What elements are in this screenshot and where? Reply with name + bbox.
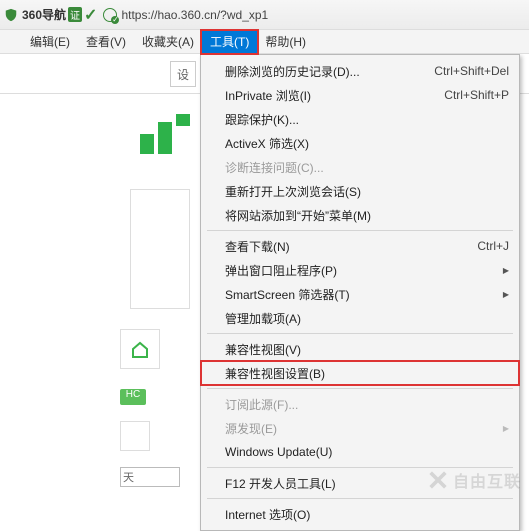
menu-help[interactable]: 帮助(H) <box>257 31 314 53</box>
menu-item-label: 兼容性视图(V) <box>225 341 509 358</box>
submenu-arrow-icon: ▶ <box>503 290 509 299</box>
title-bar: 360导航 证 ✓ https://hao.360.cn/?wd_xp1 <box>0 0 529 30</box>
address-url[interactable]: https://hao.360.cn/?wd_xp1 <box>121 8 268 22</box>
menu-item-label: Windows Update(U) <box>225 445 509 459</box>
menu-separator <box>207 333 513 334</box>
menu-item-label: 查看下载(N) <box>225 238 477 255</box>
menu-item[interactable]: 兼容性视图(V) <box>201 337 519 361</box>
menu-favorites[interactable]: 收藏夹(A) <box>134 31 202 53</box>
menu-item-label: 管理加载项(A) <box>225 310 509 327</box>
menu-item-label: Internet 选项(O) <box>225 506 509 523</box>
menu-item-label: ActiveX 筛选(X) <box>225 135 509 152</box>
watermark-text: 自由互联 <box>453 468 521 492</box>
menu-item[interactable]: 弹出窗口阻止程序(P)▶ <box>201 258 519 282</box>
menu-item-label: 弹出窗口阻止程序(P) <box>225 262 503 279</box>
menu-item-label: 跟踪保护(K)... <box>225 111 509 128</box>
menu-item[interactable]: SmartScreen 筛选器(T)▶ <box>201 282 519 306</box>
submenu-arrow-icon: ▶ <box>503 424 509 433</box>
menu-item[interactable]: 跟踪保护(K)... <box>201 107 519 131</box>
home-icon <box>130 339 150 359</box>
menu-item: 诊断连接问题(C)... <box>201 155 519 179</box>
content-card <box>130 189 190 309</box>
hot-tag: HC <box>120 389 146 405</box>
logo-fragment <box>140 114 190 154</box>
menu-tools[interactable]: 工具(T) <box>202 31 257 53</box>
tab-title: 360导航 <box>22 6 66 23</box>
menu-item[interactable]: Windows Update(U) <box>201 440 519 464</box>
menu-item-label: SmartScreen 筛选器(T) <box>225 286 503 303</box>
menu-item-shortcut: Ctrl+J <box>477 239 509 253</box>
menu-item-label: InPrivate 浏览(I) <box>225 87 444 104</box>
menu-item[interactable]: 查看下载(N)Ctrl+J <box>201 234 519 258</box>
home-tile[interactable] <box>120 329 160 369</box>
x-icon <box>427 469 449 491</box>
tools-dropdown: 删除浏览的历史记录(D)...Ctrl+Shift+DelInPrivate 浏… <box>200 54 520 531</box>
menu-item[interactable]: InPrivate 浏览(I)Ctrl+Shift+P <box>201 83 519 107</box>
search-input-fragment[interactable]: 天 <box>120 467 180 487</box>
menu-edit[interactable]: 编辑(E) <box>22 31 78 53</box>
menu-item-shortcut: Ctrl+Shift+P <box>444 88 509 102</box>
menu-item[interactable]: 管理加载项(A) <box>201 306 519 330</box>
menu-item-label: 源发现(E) <box>225 420 503 437</box>
menu-item-label: 订阅此源(F)... <box>225 396 509 413</box>
menu-item-label: 诊断连接问题(C)... <box>225 159 509 176</box>
menu-item-label: 删除浏览的历史记录(D)... <box>225 63 434 80</box>
check-icon: ✓ <box>84 5 97 25</box>
menu-item: 源发现(E)▶ <box>201 416 519 440</box>
menu-view[interactable]: 查看(V) <box>78 31 134 53</box>
menu-item-label: 兼容性视图设置(B) <box>225 365 509 382</box>
menu-item-shortcut: Ctrl+Shift+Del <box>434 64 509 78</box>
menu-separator <box>207 388 513 389</box>
page-sidebar: HC 天 <box>0 94 190 500</box>
menu-bar: 编辑(E) 查看(V) 收藏夹(A) 工具(T) 帮助(H) <box>0 30 529 54</box>
globe-icon <box>103 8 117 22</box>
menu-item[interactable]: 将网站添加到“开始”菜单(M) <box>201 203 519 227</box>
menu-separator <box>207 230 513 231</box>
small-tile[interactable] <box>120 421 150 451</box>
shield-icon <box>4 8 18 22</box>
menu-item[interactable]: 删除浏览的历史记录(D)...Ctrl+Shift+Del <box>201 59 519 83</box>
menu-item[interactable]: Internet 选项(O) <box>201 502 519 526</box>
submenu-arrow-icon: ▶ <box>503 266 509 275</box>
menu-item-label: 将网站添加到“开始”菜单(M) <box>225 207 509 224</box>
menu-separator <box>207 498 513 499</box>
menu-item-label: 重新打开上次浏览会话(S) <box>225 183 509 200</box>
menu-item: 订阅此源(F)... <box>201 392 519 416</box>
watermark: 自由互联 <box>427 468 521 492</box>
menu-item[interactable]: 兼容性视图设置(B) <box>201 361 519 385</box>
cert-badge: 证 <box>68 7 82 22</box>
menu-item[interactable]: ActiveX 筛选(X) <box>201 131 519 155</box>
settings-tile[interactable]: 设 <box>170 61 196 87</box>
menu-item[interactable]: 重新打开上次浏览会话(S) <box>201 179 519 203</box>
